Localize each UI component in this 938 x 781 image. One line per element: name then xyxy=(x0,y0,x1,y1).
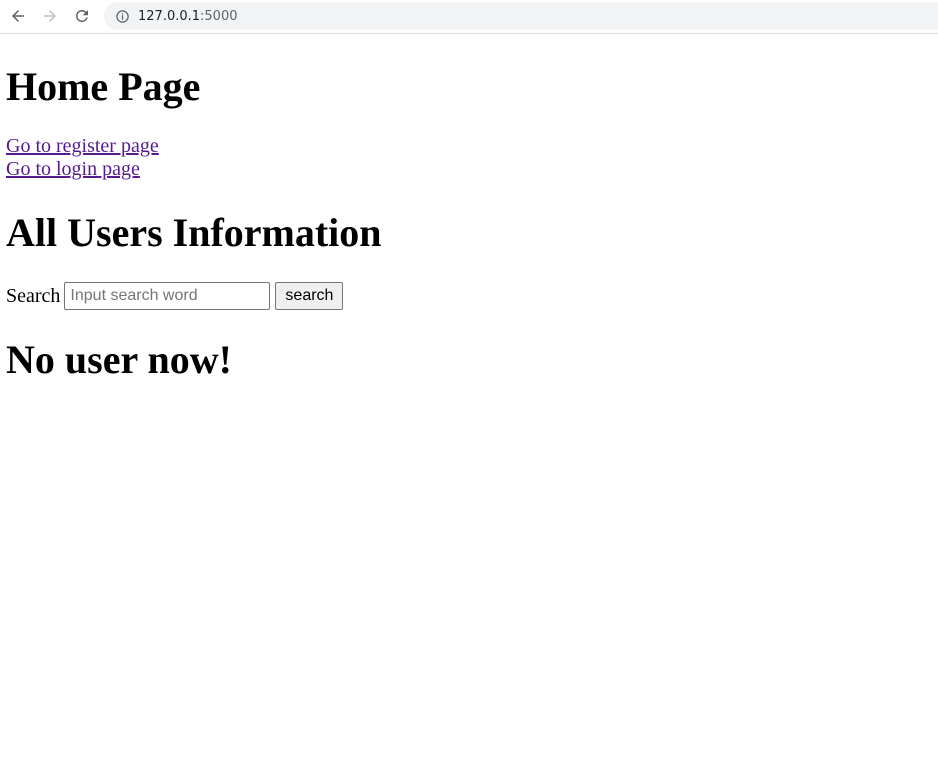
arrow-right-icon xyxy=(44,10,56,22)
site-info-icon[interactable] xyxy=(114,8,130,24)
reload-button[interactable] xyxy=(70,4,94,28)
url-host: 127.0.0.1 xyxy=(138,8,201,24)
back-button[interactable] xyxy=(6,4,30,28)
search-button[interactable]: search xyxy=(275,282,344,310)
arrow-left-icon xyxy=(12,10,24,22)
empty-state-message: No user now! xyxy=(6,337,232,382)
search-form: Search search xyxy=(6,281,344,311)
browser-toolbar: 127.0.0.1:5000 xyxy=(0,0,938,34)
register-link[interactable]: Go to register page xyxy=(6,135,159,158)
reload-icon xyxy=(76,9,88,22)
page-title: Home Page xyxy=(6,64,201,109)
search-label: Search xyxy=(6,284,61,307)
login-link[interactable]: Go to login page xyxy=(6,158,159,181)
forward-button[interactable] xyxy=(38,4,62,28)
nav-links: Go to register page Go to login page xyxy=(6,135,159,181)
url-port: :5000 xyxy=(200,8,238,24)
search-input[interactable] xyxy=(64,282,271,310)
address-bar[interactable]: 127.0.0.1:5000 xyxy=(104,2,938,30)
users-section-title: All Users Information xyxy=(6,210,382,255)
